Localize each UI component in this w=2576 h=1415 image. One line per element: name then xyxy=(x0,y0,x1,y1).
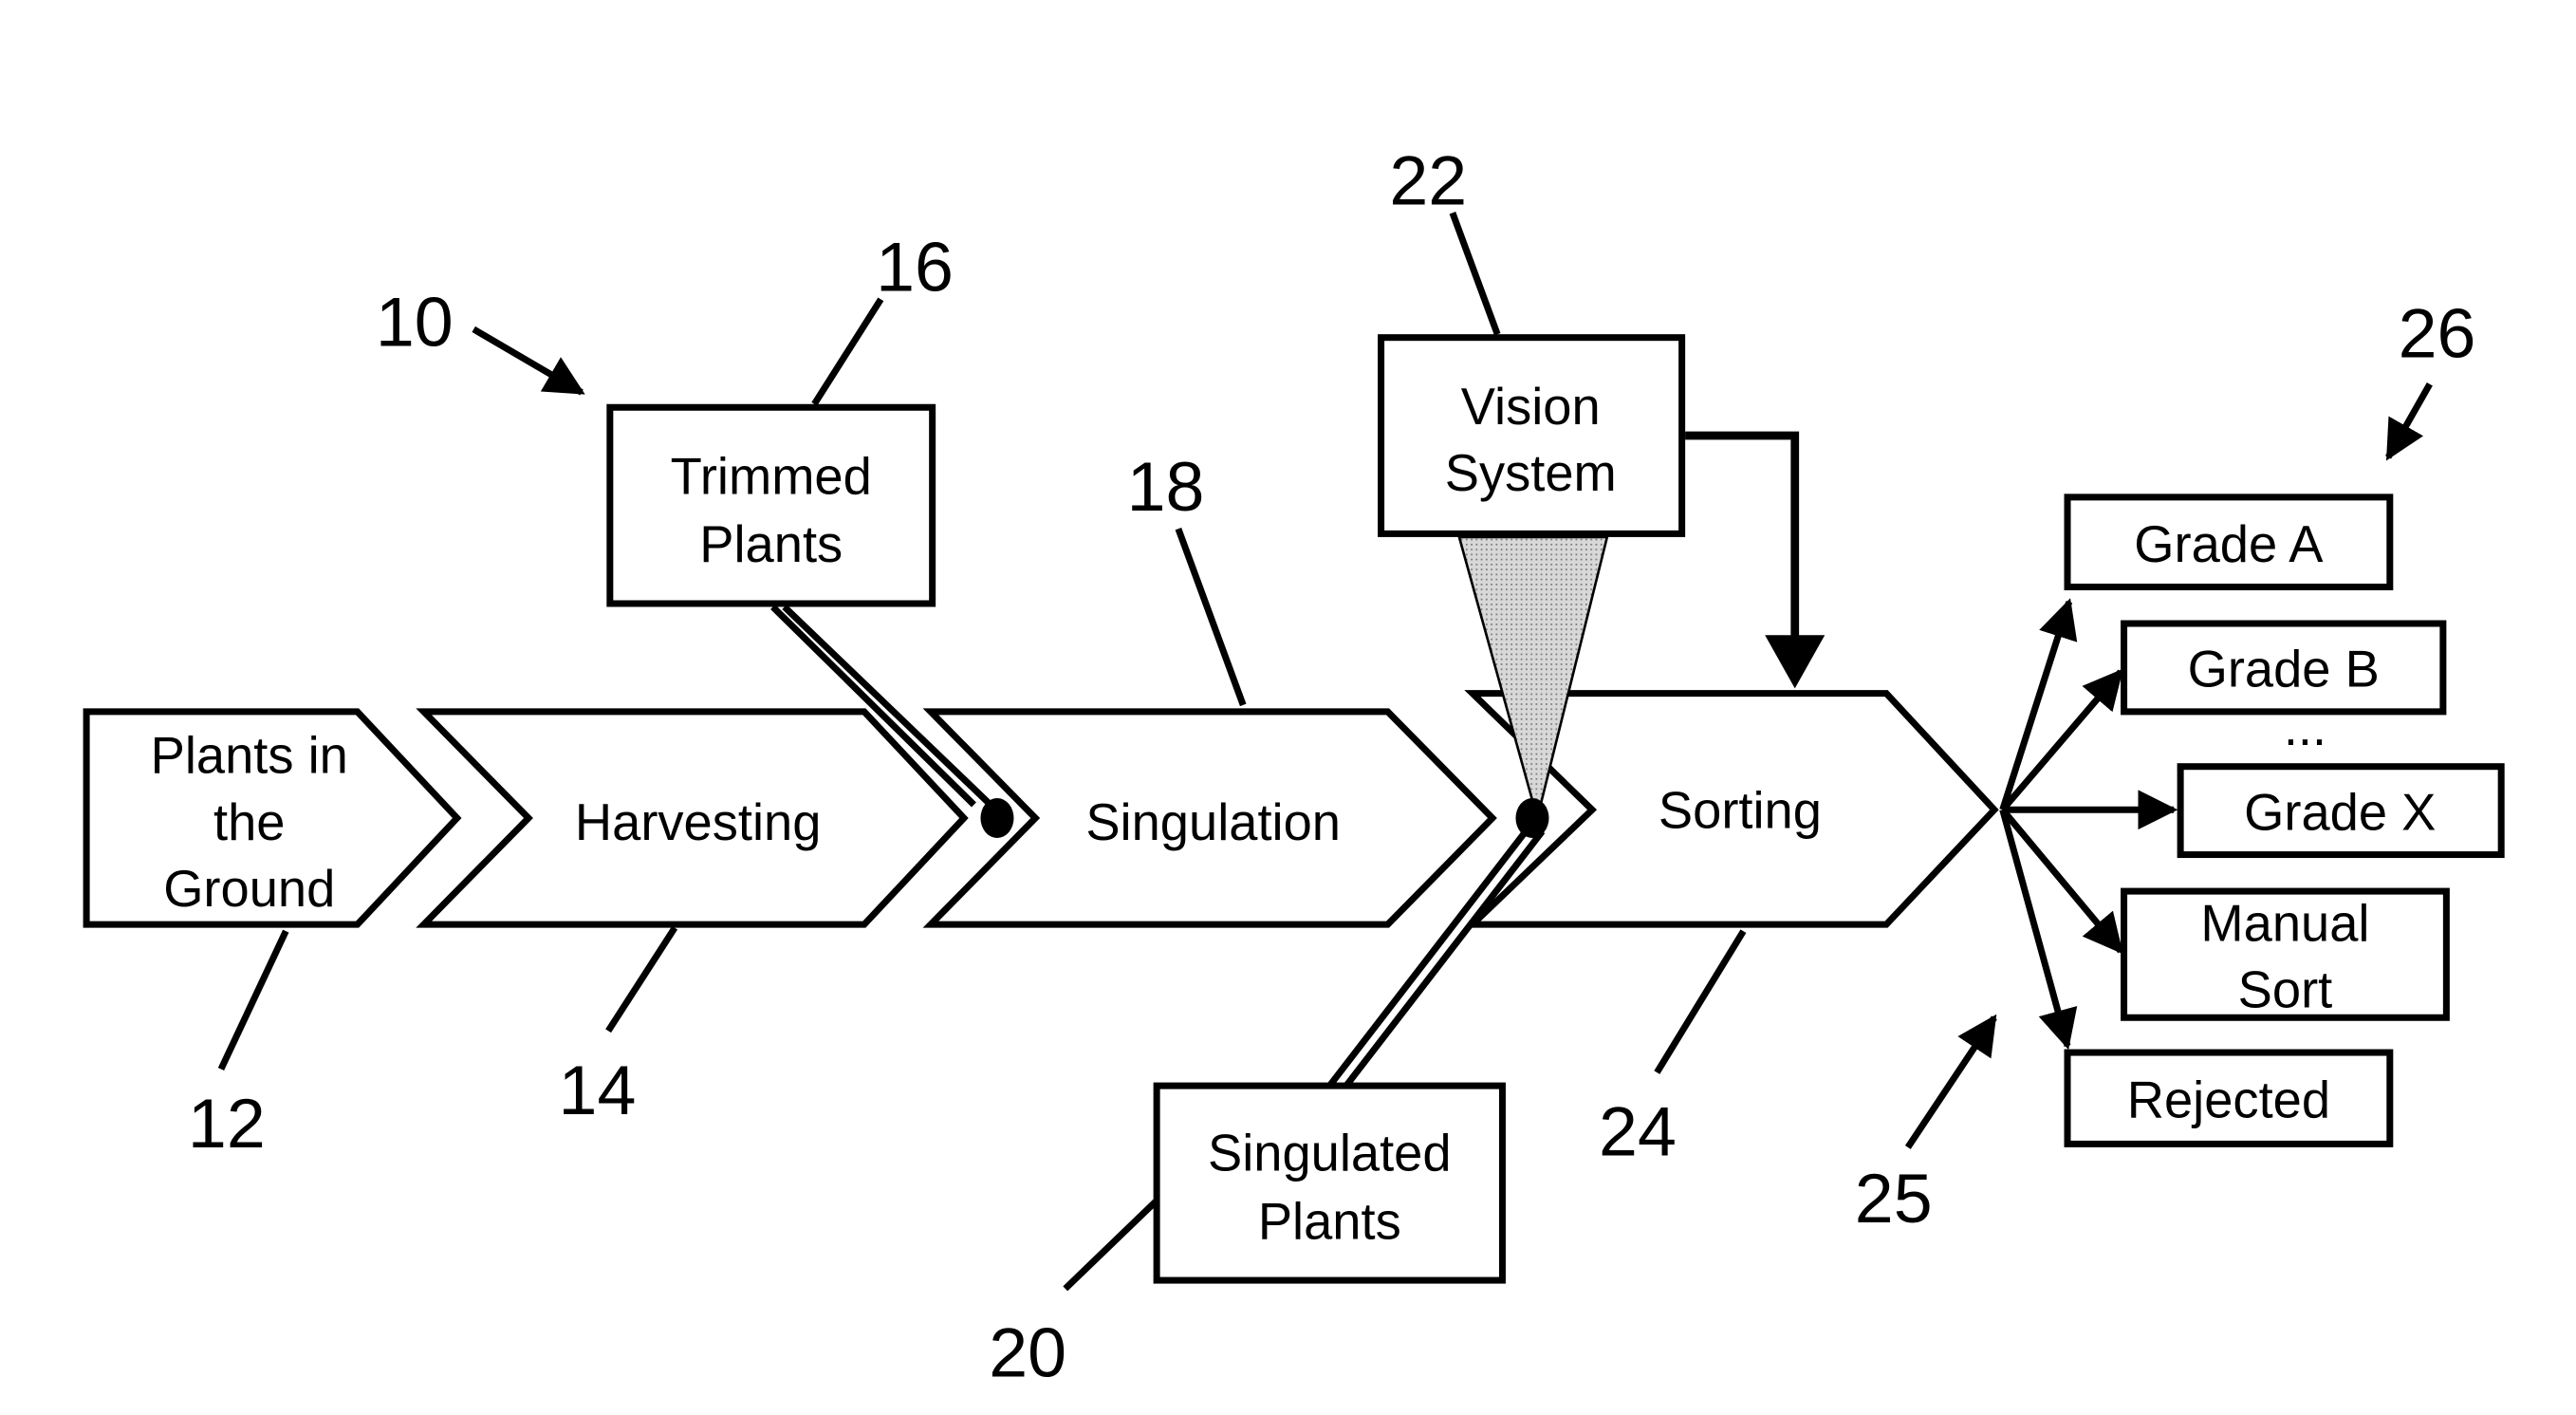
box-label-line2: Sort xyxy=(2238,961,2333,1019)
step-plants-in-ground: Plants in the Ground 12 xyxy=(83,708,462,1163)
box-label-line1: Trimmed xyxy=(671,447,872,505)
arrow-to-grade-a xyxy=(1999,598,2078,811)
step-label-line2: the xyxy=(213,793,285,851)
output-rejected: Rejected xyxy=(2064,1049,2394,1147)
step-label-line1: Plants in xyxy=(151,727,348,785)
ref-number: 14 xyxy=(559,1051,637,1129)
box-label-line1: Vision xyxy=(1461,378,1601,436)
connector-dot xyxy=(1515,797,1549,839)
ref-number: 24 xyxy=(1599,1092,1677,1171)
box-label-line2: System xyxy=(1445,444,1617,502)
box-shape xyxy=(1378,334,1686,537)
step-label-line3: Ground xyxy=(163,860,335,918)
box-label-line1: Singulated xyxy=(1208,1124,1452,1182)
leader-line xyxy=(1063,1198,1159,1292)
ref-number: 12 xyxy=(188,1084,266,1163)
ref-arrow xyxy=(1904,1014,1997,1149)
step-label: Sorting xyxy=(1659,782,1822,840)
step-harvesting: Harvesting 14 xyxy=(416,708,969,1129)
box-shape xyxy=(606,403,936,607)
box-label-line1: Manual xyxy=(2200,895,2369,953)
box-label: Grade X xyxy=(2244,783,2436,841)
leader-line xyxy=(217,929,289,1071)
arrow-to-grade-b xyxy=(2000,668,2123,812)
vision-to-sorting-arrowhead xyxy=(1765,635,1825,689)
ref-number: 10 xyxy=(376,282,454,361)
connector-dot xyxy=(980,797,1014,839)
box-label-line2: Plants xyxy=(699,515,843,573)
leader-line xyxy=(811,297,884,406)
ref-number: 20 xyxy=(989,1313,1066,1392)
process-flow-diagram: 10 Plants in the Ground 12 Harvesting 14… xyxy=(83,140,2505,1392)
leader-line xyxy=(1175,527,1247,707)
ref-arrow xyxy=(2385,382,2433,461)
leader-line xyxy=(1654,929,1747,1074)
leader-line xyxy=(1449,212,1501,336)
box-shape xyxy=(1153,1082,1506,1284)
ref-number: 16 xyxy=(876,228,954,307)
box-label: Grade A xyxy=(2134,515,2324,573)
output-manual-sort: Manual Sort xyxy=(2121,887,2450,1021)
ref-number: 22 xyxy=(1389,140,1467,219)
sort-output-boxes: 26 Grade A Grade B ... Grade X Manual So… xyxy=(2064,294,2505,1147)
ref-number: 25 xyxy=(1855,1159,1933,1238)
step-label: Harvesting xyxy=(575,793,821,851)
ref-arrow xyxy=(472,326,585,396)
output-grade-x: Grade X xyxy=(2177,763,2505,859)
ref-number: 26 xyxy=(2399,294,2476,373)
box-label: Grade B xyxy=(2188,641,2380,698)
box-label-line2: Plants xyxy=(1258,1192,1401,1250)
leader-line xyxy=(605,925,678,1033)
figure-ref-10: 10 xyxy=(376,282,585,396)
box-label: Rejected xyxy=(2127,1071,2330,1128)
step-label: Singulation xyxy=(1085,793,1341,851)
ref-number: 18 xyxy=(1127,447,1205,526)
ellipsis: ... xyxy=(2284,698,2326,756)
vision-to-sorting-line xyxy=(1685,431,1800,641)
output-grade-a: Grade A xyxy=(2064,493,2394,590)
